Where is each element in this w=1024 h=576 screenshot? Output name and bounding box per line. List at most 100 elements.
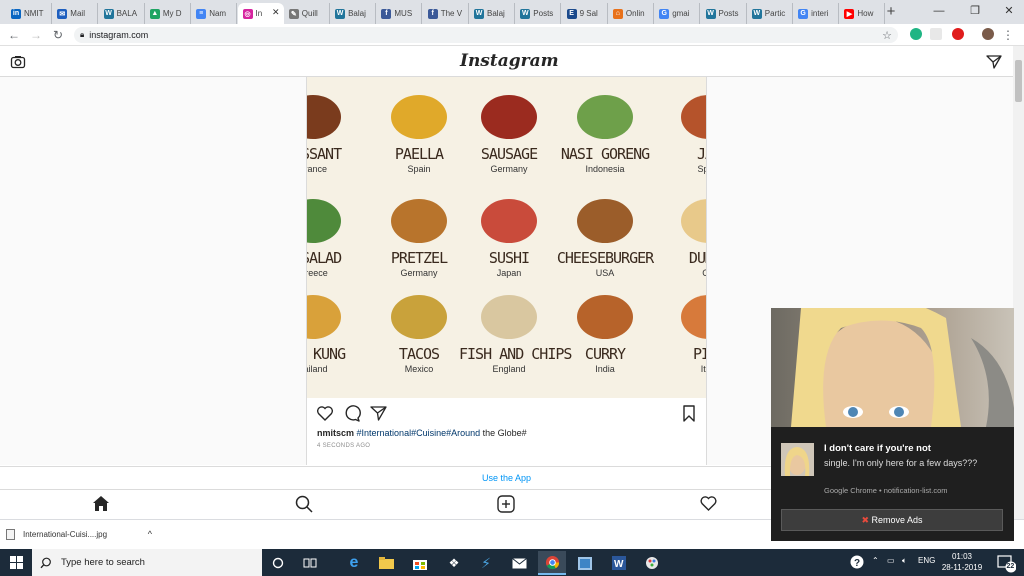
food-illustration xyxy=(481,95,537,139)
food-country: Spain xyxy=(697,164,706,174)
store-icon[interactable] xyxy=(406,551,434,575)
reload-icon[interactable]: ↻ xyxy=(50,26,66,44)
food-name: SAUSAGE xyxy=(480,145,538,163)
food-illustration xyxy=(307,295,341,339)
food-item: YUM KUNGhailand xyxy=(307,295,363,374)
search-icon[interactable] xyxy=(295,495,313,513)
url-text: instagram.com xyxy=(89,30,149,40)
browser-tab[interactable]: ⌂ Onlin xyxy=(608,3,654,24)
cortana-icon[interactable] xyxy=(264,551,292,575)
address-bar[interactable]: 🔒︎ instagram.com ☆ xyxy=(74,27,898,43)
file-explorer-icon[interactable] xyxy=(372,551,400,575)
comment-icon[interactable] xyxy=(343,405,361,422)
chevron-up-tray-icon[interactable]: ⌃ xyxy=(872,556,879,565)
browser-tab[interactable]: W Balaj xyxy=(469,3,515,24)
star-icon[interactable]: ☆ xyxy=(882,29,892,42)
menu-dots-icon[interactable]: ⋮ xyxy=(1000,26,1016,44)
edge-icon[interactable]: e xyxy=(340,551,368,575)
browser-tab[interactable]: W Partic xyxy=(747,3,793,24)
tab-close-icon[interactable]: ✕ xyxy=(272,7,280,18)
food-illustration xyxy=(681,95,706,139)
activity-heart-icon[interactable] xyxy=(699,495,718,512)
browser-tab[interactable]: ◎ In ✕ xyxy=(237,3,284,24)
camera-icon[interactable] xyxy=(10,54,26,70)
share-icon[interactable] xyxy=(370,405,387,421)
language-indicator[interactable]: ENG xyxy=(918,556,935,565)
battery-icon[interactable]: ▭ xyxy=(887,556,895,565)
mail-icon[interactable] xyxy=(505,551,533,575)
app-gallery-icon[interactable] xyxy=(571,551,599,575)
dropbox-icon[interactable]: ❖ xyxy=(440,551,468,575)
browser-tab[interactable]: ▲ My D xyxy=(145,3,191,24)
food-illustration xyxy=(577,295,633,339)
scrollbar-thumb[interactable] xyxy=(1015,60,1022,102)
tab-label: 9 Sal xyxy=(579,9,598,18)
taskbar-search-box[interactable]: Type here to search xyxy=(32,549,262,576)
windows-start-icon[interactable] xyxy=(0,549,32,576)
post-image[interactable]: OISSANTFrancePAELLASpainSAUSAGEGermanyNA… xyxy=(307,77,706,398)
browser-tab[interactable]: W Posts xyxy=(515,3,562,24)
new-tab-button[interactable]: + xyxy=(882,3,900,21)
food-illustration xyxy=(391,95,447,139)
browser-tab[interactable]: ✎ Quill xyxy=(284,3,330,24)
caption-username[interactable]: nmitscm xyxy=(317,428,354,438)
food-name: NASI GORENG xyxy=(560,145,650,163)
download-item[interactable]: International-Cuisi....jpg ^ xyxy=(6,522,152,546)
chevron-up-icon[interactable]: ^ xyxy=(148,529,152,539)
extension-icon[interactable] xyxy=(910,28,922,40)
caption-text: the Globe# xyxy=(480,428,527,438)
browser-tab[interactable]: Ginteri xyxy=(793,3,840,24)
tab-favicon-icon: ✉ xyxy=(57,8,68,19)
browser-tab[interactable]: f The V xyxy=(423,3,469,24)
volume-icon[interactable]: 🔈︎ xyxy=(902,556,907,566)
food-item: FISH AND CHIPS England xyxy=(459,295,572,374)
browser-tab[interactable]: E9 Sal xyxy=(562,3,608,24)
food-item: NASI GORENG Indonesia xyxy=(555,95,655,174)
new-post-icon[interactable] xyxy=(497,495,515,513)
word-icon[interactable]: W xyxy=(605,551,633,575)
clock[interactable]: 01:03 28-11-2019 xyxy=(934,551,990,573)
browser-tab[interactable]: ✉ Mail xyxy=(52,3,99,24)
browser-tab[interactable]: W Balaj xyxy=(330,3,377,24)
browser-tab[interactable]: W Posts xyxy=(701,3,747,24)
extension-doc-icon[interactable] xyxy=(930,28,942,40)
profile-avatar[interactable] xyxy=(982,28,994,40)
browser-tab[interactable]: Ggmai xyxy=(654,3,701,24)
remove-x-icon: ✖ xyxy=(861,515,869,525)
bookmark-icon[interactable] xyxy=(682,405,696,422)
task-view-icon[interactable] xyxy=(296,551,324,575)
action-center-icon[interactable]: 22 xyxy=(996,553,1017,573)
browser-tab[interactable]: ▶ How xyxy=(839,3,886,24)
browser-tab[interactable]: in NMIT xyxy=(6,3,52,24)
instagram-logo[interactable]: Instagram xyxy=(460,51,559,73)
food-name: PRETZEL xyxy=(390,249,448,267)
remove-ads-button[interactable]: ✖ Remove Ads xyxy=(781,509,1003,531)
app-lightning-icon[interactable]: ⚡︎ xyxy=(472,551,500,575)
svg-text:?: ? xyxy=(854,558,860,569)
caption-hashtags[interactable]: #International#Cuisine#Around xyxy=(357,428,481,438)
tab-label: Posts xyxy=(718,9,739,18)
minimize-button[interactable]: — xyxy=(922,0,956,24)
chrome-taskbar-icon[interactable] xyxy=(538,551,566,575)
close-window-button[interactable]: ✕ xyxy=(992,0,1024,24)
file-icon xyxy=(6,528,15,540)
food-name: DUMPL xyxy=(688,249,706,267)
like-heart-icon[interactable] xyxy=(316,405,334,422)
browser-tab[interactable]: W BALA xyxy=(99,3,145,24)
tab-favicon-icon: ⌂ xyxy=(612,8,623,19)
maximize-button[interactable]: ❐ xyxy=(958,0,992,24)
food-item: SUSHI Japan xyxy=(459,199,559,278)
page-scrollbar[interactable] xyxy=(1013,46,1024,519)
home-icon[interactable] xyxy=(92,495,110,512)
browser-tab[interactable]: f MUS xyxy=(376,3,423,24)
extension-opera-icon[interactable] xyxy=(952,28,964,40)
forward-arrow-icon[interactable]: → xyxy=(28,26,44,44)
paint-icon[interactable] xyxy=(638,551,666,575)
browser-tab[interactable]: ≡ Nam xyxy=(191,3,238,24)
notification-title: I don't care if you're not xyxy=(824,443,931,454)
food-illustration xyxy=(391,199,447,243)
food-item: CURRY India xyxy=(555,295,655,374)
help-icon[interactable]: ? xyxy=(850,555,864,571)
back-arrow-icon[interactable]: ← xyxy=(6,26,22,44)
direct-message-icon[interactable] xyxy=(986,54,1002,70)
